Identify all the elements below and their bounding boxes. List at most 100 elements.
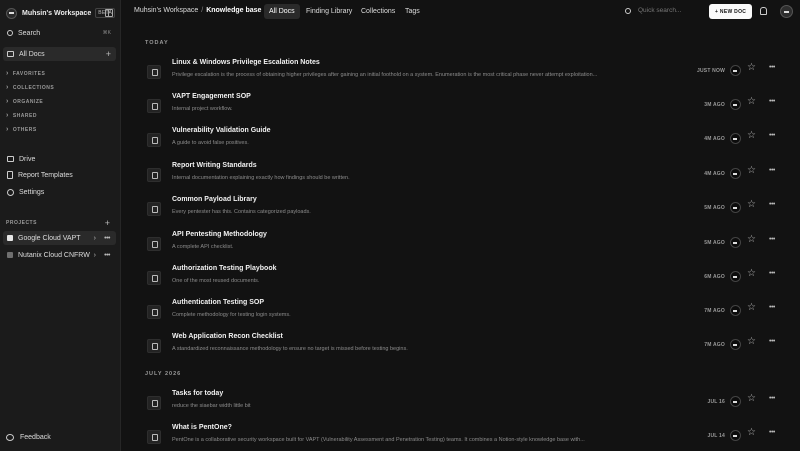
breadcrumb-current[interactable]: Knowledge base [206,7,261,14]
sidebar-toggle-icon[interactable] [105,9,113,17]
more-icon[interactable]: ••• [769,270,775,277]
star-icon[interactable]: ☆ [747,200,756,210]
breadcrumb-workspace[interactable]: Muhsin's Workspace [134,7,198,14]
doc-time: 7M AGO [704,342,725,348]
doc-row[interactable]: What is PentOne? PentOne is a collaborat… [137,423,787,451]
chevron-right-icon[interactable]: › [94,252,96,259]
document-icon [147,339,161,353]
tab-tags[interactable]: Tags [400,4,425,19]
section-label: SHARED [12,112,37,119]
more-icon[interactable]: ••• [769,132,775,139]
star-icon[interactable]: ☆ [747,235,756,245]
avatar [730,168,741,179]
tab-all-docs[interactable]: All Docs [264,4,300,19]
sidebar-item-label: Drive [19,155,36,163]
doc-title: Linux & Windows Privilege Escalation Not… [172,59,320,66]
star-icon[interactable]: ☆ [747,428,756,438]
sidebar-search-label: Search [18,29,41,37]
document-icon [147,65,161,79]
section-favorites[interactable]: › FAVORITES [6,70,45,77]
project-item[interactable]: Nutanix Cloud CNFRW › ••• [3,248,116,262]
doc-row[interactable]: API Pentesting Methodology A complete AP… [137,230,787,262]
document-icon [147,237,161,251]
doc-time: JUL 16 [707,399,725,405]
project-color-icon [7,252,13,258]
more-icon[interactable]: ••• [104,252,110,259]
section-collections[interactable]: › COLLECTIONS [6,84,54,91]
doc-row[interactable]: Authorization Testing Playbook One of th… [137,264,787,296]
star-icon[interactable]: ☆ [747,63,756,73]
section-shared[interactable]: › SHARED [6,112,37,119]
document-icon [147,99,161,113]
tab-finding-library[interactable]: Finding Library [301,4,357,19]
doc-title: Web Application Recon Checklist [172,333,283,340]
avatar [730,133,741,144]
drive-icon [7,156,14,162]
section-others[interactable]: › OTHERS [6,126,37,133]
doc-time: 4M AGO [704,171,725,177]
document-icon [147,202,161,216]
more-icon[interactable]: ••• [769,236,775,243]
avatar [730,430,741,441]
more-icon[interactable]: ••• [769,429,775,436]
avatar[interactable] [780,5,793,18]
feedback-label: Feedback [20,434,51,441]
sidebar-item-drive[interactable]: Drive [3,152,116,166]
star-icon[interactable]: ☆ [747,337,756,347]
section-label: OTHERS [12,126,37,133]
add-doc-icon[interactable]: + [106,49,111,59]
top-bar: Muhsin's Workspace / Knowledge base All Do… [122,0,800,24]
tab-collections[interactable]: Collections [356,4,400,19]
more-icon[interactable]: ••• [769,338,775,345]
more-icon[interactable]: ••• [769,64,775,71]
more-icon[interactable]: ••• [769,167,775,174]
doc-row[interactable]: Web Application Recon Checklist A standa… [137,332,787,364]
doc-row[interactable]: Report Writing Standards Internal docume… [137,161,787,193]
doc-description: Internal documentation explaining exactl… [172,175,350,181]
bell-icon[interactable] [760,7,767,15]
star-icon[interactable]: ☆ [747,269,756,279]
sidebar-search[interactable]: Search ⌘K [3,26,116,40]
quick-search[interactable]: Quick search... [625,7,681,14]
project-item[interactable]: Google Cloud VAPT › ••• [3,231,116,245]
doc-title: API Pentesting Methodology [172,231,267,238]
group-label: JULY 2026 [145,371,182,377]
star-icon[interactable]: ☆ [747,166,756,176]
template-icon [7,171,13,179]
doc-title: Common Payload Library [172,196,257,203]
more-icon[interactable]: ••• [769,201,775,208]
document-icon [147,430,161,444]
doc-title: Vulnerability Validation Guide [172,127,271,134]
sidebar-item-all-docs[interactable]: All Docs + [3,47,116,61]
feedback-button[interactable]: Feedback [6,434,51,441]
chevron-right-icon: › [6,70,9,77]
more-icon[interactable]: ••• [769,395,775,402]
doc-time: JUST NOW [697,68,725,74]
doc-row[interactable]: VAPT Engagement SOP Internal project wor… [137,92,787,124]
doc-time: 3M AGO [704,102,725,108]
add-project-icon[interactable]: + [105,219,110,228]
new-doc-button[interactable]: + NEW DOC [709,4,753,19]
doc-row[interactable]: Tasks for today reduce the siaebar width… [137,389,787,421]
chat-icon [6,434,14,441]
sidebar-item-settings[interactable]: Settings [3,185,116,199]
doc-row[interactable]: Linux & Windows Privilege Escalation Not… [137,58,787,90]
more-icon[interactable]: ••• [769,98,775,105]
chevron-right-icon[interactable]: › [94,235,96,242]
more-icon[interactable]: ••• [104,235,110,242]
doc-title: What is PentOne? [172,424,232,431]
section-organize[interactable]: › ORGANIZE [6,98,43,105]
sidebar-item-report-templates[interactable]: Report Templates [3,168,116,182]
gear-icon [7,188,14,196]
star-icon[interactable]: ☆ [747,394,756,404]
doc-row[interactable]: Authentication Testing SOP Complete meth… [137,298,787,330]
star-icon[interactable]: ☆ [747,131,756,141]
doc-row[interactable]: Common Payload Library Every pentester h… [137,195,787,227]
star-icon[interactable]: ☆ [747,303,756,313]
star-icon[interactable]: ☆ [747,97,756,107]
workspace-switcher[interactable]: Muhsin's Workspace BETA [6,5,116,21]
breadcrumb: Muhsin's Workspace / Knowledge base [134,7,261,14]
doc-description: PentOne is a collaborative security work… [172,437,585,443]
more-icon[interactable]: ••• [769,304,775,311]
doc-row[interactable]: Vulnerability Validation Guide A guide t… [137,126,787,158]
